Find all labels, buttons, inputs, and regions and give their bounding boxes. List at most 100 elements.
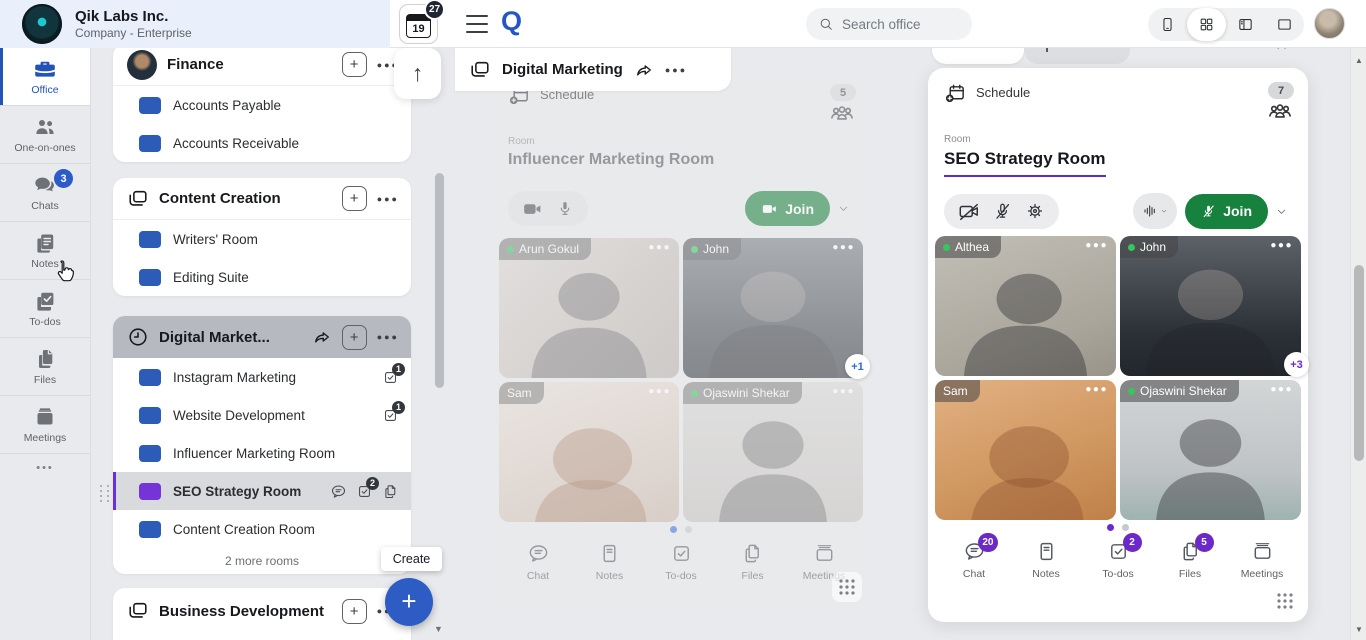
tile-more-icon[interactable]: ●●● — [1085, 240, 1108, 251]
schedule-icon[interactable] — [944, 82, 967, 105]
pagination-dots[interactable] — [492, 526, 870, 533]
tab-todos[interactable]: 2 To-dos — [1090, 540, 1146, 580]
join-options-chevron-icon[interactable] — [1268, 194, 1294, 229]
scroll-to-top-button[interactable]: ↑ — [394, 48, 441, 99]
layout-grid-icon[interactable] — [1187, 8, 1226, 41]
room-row[interactable]: Influencer Marketing Room — [113, 434, 411, 472]
add-room-button[interactable]: + — [342, 186, 367, 211]
room-row[interactable]: Website Development 1 — [113, 396, 411, 434]
mic-off-icon[interactable] — [993, 201, 1012, 221]
tile-more-icon[interactable]: ●●● — [1270, 384, 1293, 395]
room-row[interactable]: Accounts Receivable — [113, 124, 411, 162]
members-icon[interactable] — [1266, 101, 1294, 123]
chat-mini-icon[interactable] — [330, 483, 347, 500]
room-row[interactable]: Instagram Marketing 1 — [113, 358, 411, 396]
participant-tile[interactable]: John ●●● — [1120, 236, 1301, 376]
add-room-button[interactable]: + — [342, 52, 367, 77]
menu-icon[interactable] — [466, 15, 488, 33]
calendar-button[interactable]: 19 27 — [399, 4, 438, 44]
room-row[interactable]: Content Creation Room — [113, 510, 411, 548]
camera-off-icon[interactable] — [958, 202, 980, 221]
room-row[interactable]: Accounts Payable — [113, 86, 411, 124]
company-header[interactable]: Qik Labs Inc. Company - Enterprise — [0, 0, 390, 48]
sidebar-item-meetings[interactable]: Meetings — [0, 396, 90, 454]
room-row-selected[interactable]: SEO Strategy Room 2 — [113, 472, 411, 510]
add-room-button[interactable]: + — [342, 599, 367, 624]
share-icon[interactable] — [634, 60, 654, 80]
tab-notes[interactable]: Notes — [582, 542, 638, 582]
camera-icon[interactable] — [522, 200, 543, 218]
grid-handle-icon[interactable] — [1270, 586, 1300, 616]
sidebar-item-files[interactable]: Files — [0, 338, 90, 396]
tile-more-icon[interactable]: ●●● — [1270, 240, 1293, 251]
search-bar[interactable] — [806, 8, 972, 40]
join-button[interactable]: Join — [1185, 194, 1268, 229]
layout-mobile-icon[interactable] — [1148, 8, 1187, 41]
share-icon[interactable] — [312, 327, 332, 347]
layout-full-icon[interactable] — [1265, 8, 1304, 41]
participant-tile[interactable]: Sam ●●● — [499, 382, 679, 522]
settings-gear-icon[interactable] — [1025, 201, 1045, 221]
overflow-participants-badge[interactable]: +3 — [1284, 352, 1309, 377]
app-logo[interactable]: Q — [501, 6, 521, 37]
tab-chat[interactable]: Chat — [510, 542, 566, 582]
tab-files[interactable]: Files — [725, 542, 781, 582]
tile-more-icon[interactable]: ●●● — [832, 242, 855, 253]
tab-chat[interactable]: 20 Chat — [946, 540, 1002, 580]
tile-more-icon[interactable]: ●●● — [648, 386, 671, 397]
room-row[interactable]: Editing Suite — [113, 258, 411, 296]
sidebar-item-notes[interactable]: Notes — [0, 222, 90, 280]
sidebar-more-icon[interactable]: ••• — [0, 454, 90, 482]
members-icon[interactable] — [828, 103, 856, 125]
overflow-participants-badge[interactable]: +1 — [845, 354, 870, 379]
join-button[interactable]: Join — [745, 191, 830, 226]
sidebar-item-one-on-ones[interactable]: One-on-ones — [0, 106, 90, 164]
tab-todos[interactable]: To-dos — [653, 542, 709, 582]
sidebar-item-office[interactable]: Office — [0, 48, 90, 106]
mic-icon[interactable] — [556, 199, 574, 218]
join-options-chevron-icon[interactable] — [830, 191, 856, 226]
todo-mini-icon[interactable]: 2 — [356, 483, 373, 500]
room-row[interactable]: Writers' Room — [113, 220, 411, 258]
page-scrollbar[interactable]: ▲ ▼ — [1350, 48, 1366, 640]
scroll-up-icon[interactable]: ▲ — [1351, 56, 1366, 65]
files-mini-icon[interactable] — [382, 483, 399, 500]
participant-tile[interactable]: Ojaswini Shekar ●●● — [683, 382, 863, 522]
sidebar-item-todos[interactable]: To-dos — [0, 280, 90, 338]
more-options-icon[interactable]: ●●● — [665, 65, 687, 75]
more-options-icon[interactable]: ●●● — [377, 332, 399, 342]
search-input[interactable] — [842, 17, 952, 32]
team-header[interactable]: Finance + ●●● — [113, 44, 411, 86]
participant-tile[interactable]: John ●●● — [683, 238, 863, 378]
tile-more-icon[interactable]: ●●● — [832, 386, 855, 397]
scroll-down-icon[interactable]: ▼ — [1351, 625, 1366, 634]
user-avatar[interactable] — [1314, 8, 1345, 39]
audio-device-button[interactable] — [1133, 193, 1177, 229]
tile-more-icon[interactable]: ●●● — [1085, 384, 1108, 395]
tab-notes[interactable]: Notes — [1018, 540, 1074, 580]
pagination-dots[interactable] — [928, 524, 1308, 531]
team-header[interactable]: Digital Market... + ●●● — [113, 316, 411, 358]
participant-tile[interactable]: Ojaswini Shekar ●●● — [1120, 380, 1301, 520]
create-fab-button[interactable]: + — [385, 578, 433, 626]
tile-more-icon[interactable]: ●●● — [648, 242, 671, 253]
team-header[interactable]: Content Creation + ●●● — [113, 178, 411, 220]
more-rooms-link[interactable]: 2 more rooms — [113, 548, 411, 574]
more-options-icon[interactable]: ●●● — [377, 194, 399, 204]
sidebar-item-chats[interactable]: Chats 3 — [0, 164, 90, 222]
team-header[interactable]: Business Development + ●●● — [113, 588, 411, 634]
scrollbar-thumb[interactable] — [1354, 265, 1364, 461]
tab-meetings[interactable]: Meetings — [1234, 540, 1290, 580]
participant-tile[interactable]: Arun Gokul ●●● — [499, 238, 679, 378]
grid-handle-icon[interactable] — [832, 572, 862, 602]
add-room-button[interactable]: + — [342, 325, 367, 350]
tab-files[interactable]: 5 Files — [1162, 540, 1218, 580]
todo-mini-icon[interactable]: 1 — [382, 407, 399, 424]
participant-tile[interactable]: Althea ●●● — [935, 236, 1116, 376]
drag-handle-icon[interactable] — [98, 484, 111, 503]
teams-scrollbar-down-icon[interactable]: ▼ — [434, 624, 443, 634]
teams-scrollbar-thumb[interactable] — [435, 173, 444, 388]
todo-mini-icon[interactable]: 1 — [382, 369, 399, 386]
participant-tile[interactable]: Sam ●●● — [935, 380, 1116, 520]
layout-panel-icon[interactable] — [1226, 8, 1265, 41]
